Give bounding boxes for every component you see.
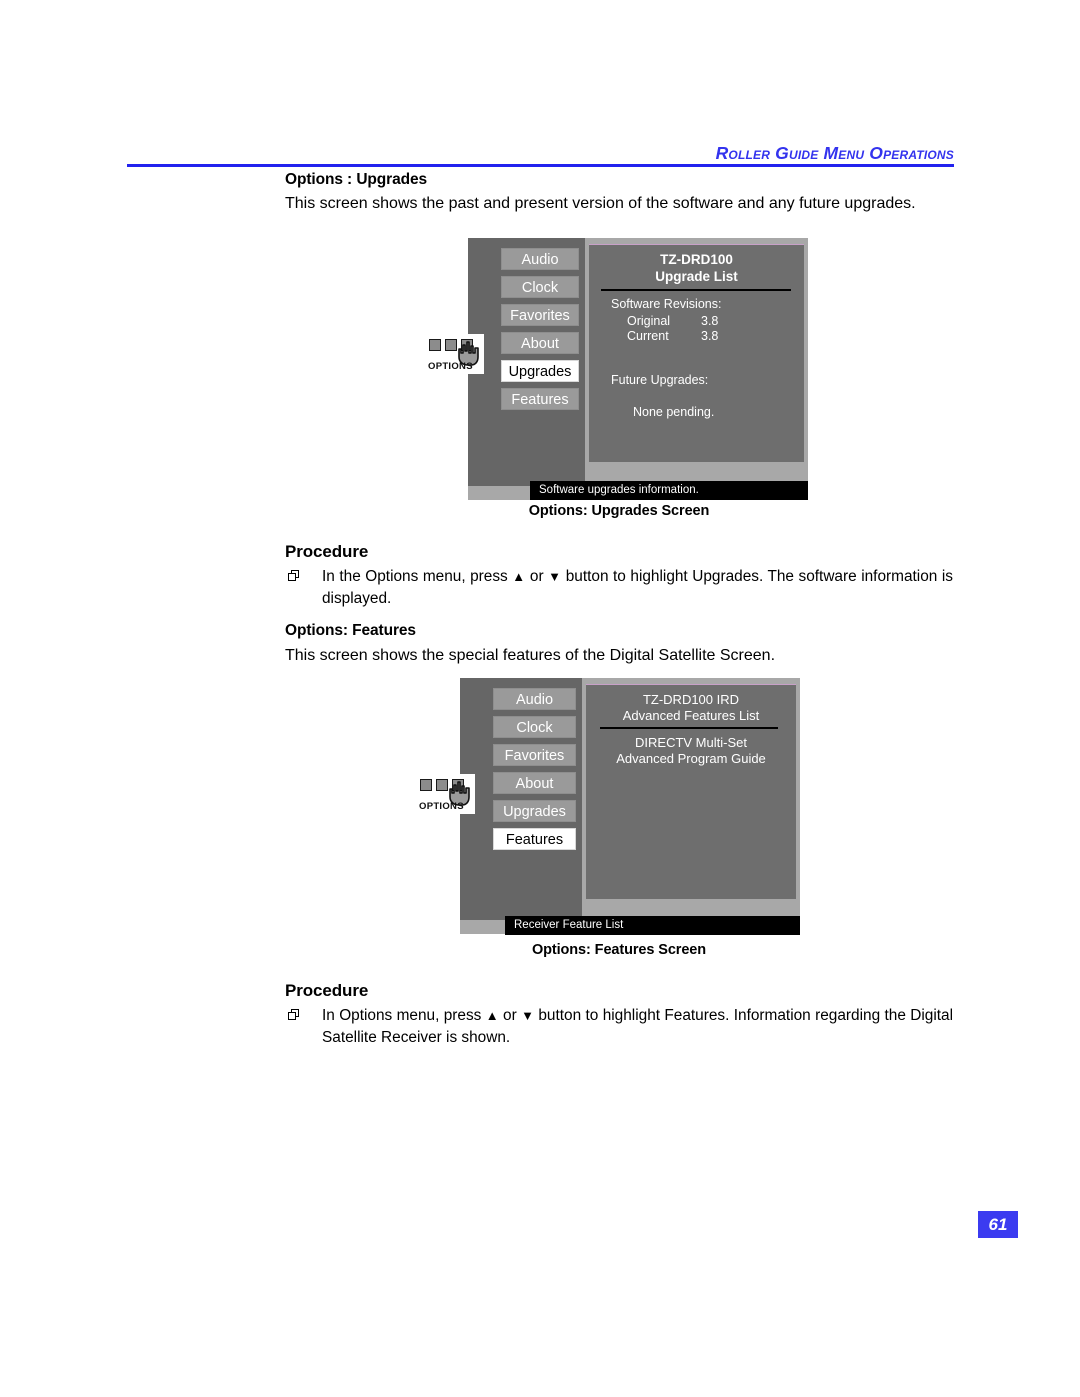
- options-square-1: [429, 339, 441, 351]
- future-upgrades-heading: Future Upgrades:: [611, 373, 709, 387]
- arrow-up-icon-2: ▲: [485, 1008, 499, 1023]
- revision-row-1-value: 3.8: [701, 329, 719, 343]
- menu-item-features[interactable]: Features: [501, 388, 579, 410]
- software-revisions-heading: Software Revisions:: [611, 297, 722, 311]
- procedure-step-features: In Options menu, press ▲ or ▼ button to …: [285, 1005, 953, 1049]
- page-header-title: Roller Guide Menu Operations: [715, 143, 954, 163]
- panel-title-line2: Upgrade List: [655, 269, 738, 284]
- section-heading-features: Options: Features: [285, 622, 416, 639]
- procedure-step-block-2: In Options menu, press ▲ or ▼ button to …: [285, 1005, 953, 1049]
- menu-item-about[interactable]: About: [501, 332, 579, 354]
- procedure-heading-features: Procedure: [285, 981, 369, 1000]
- procedure-heading-block-2: Procedure: [285, 981, 953, 1001]
- panel-divider-features: [600, 727, 778, 729]
- arrow-down-icon: ▼: [548, 569, 562, 584]
- procedure-text-pre-2: In Options menu, press: [322, 1007, 486, 1024]
- section-upgrades-intro-block: This screen shows the past and present v…: [285, 192, 953, 215]
- bullet-square-icon: [288, 570, 299, 581]
- section-features-intro-block: This screen shows the special features o…: [285, 644, 953, 667]
- arrow-down-icon-2: ▼: [521, 1008, 535, 1023]
- revision-row-1-label: Current: [627, 329, 669, 343]
- procedure-heading-upgrades: Procedure: [285, 542, 369, 561]
- menu-item-audio[interactable]: Audio: [501, 248, 579, 270]
- section-heading-upgrades: Options : Upgrades: [285, 171, 428, 188]
- screen-mockup-features: TZ-DRD100 IRD Advanced Features List DIR…: [417, 678, 800, 935]
- panel-title-line2-features: Advanced Features List: [622, 708, 760, 723]
- revision-row-0-label: Original: [627, 314, 671, 328]
- menu-item-favorites-2[interactable]: Favorites: [493, 744, 576, 766]
- menu-item-clock[interactable]: Clock: [501, 276, 579, 298]
- screen-info-panel-features: TZ-DRD100 IRD Advanced Features List DIR…: [586, 684, 796, 899]
- procedure-step-upgrades: In the Options menu, press ▲ or ▼ button…: [285, 566, 953, 610]
- section-features-heading-block: Options: Features: [285, 622, 953, 640]
- options-button-icon: OPTIONS: [426, 334, 484, 374]
- screen-statusbar-features: Receiver Feature List: [505, 916, 800, 935]
- bullet-square-icon-2: [288, 1009, 299, 1020]
- screen-menu-list-upgrades[interactable]: Audio Clock Favorites About Upgrades Fea…: [501, 248, 579, 416]
- menu-item-audio-2[interactable]: Audio: [493, 688, 576, 710]
- options-button-icon-2: OPTIONS: [417, 774, 475, 814]
- procedure-text-mid: or: [525, 568, 549, 585]
- procedure-text-mid-2: or: [498, 1007, 522, 1024]
- panel-title-line1-features: TZ-DRD100 IRD: [642, 692, 740, 707]
- menu-item-features-2[interactable]: Features: [493, 828, 576, 850]
- procedure-heading-block-1: Procedure: [285, 542, 953, 562]
- menu-item-about-2[interactable]: About: [493, 772, 576, 794]
- feature-line-2: Advanced Program Guide: [616, 751, 766, 766]
- figure-caption-features: Options: Features Screen: [531, 942, 707, 958]
- procedure-step-block-1: In the Options menu, press ▲ or ▼ button…: [285, 566, 953, 610]
- section-intro-features: This screen shows the special features o…: [285, 647, 776, 664]
- menu-item-upgrades-2[interactable]: Upgrades: [493, 800, 576, 822]
- section-upgrades-heading-block: Options : Upgrades: [285, 171, 953, 189]
- procedure-text-pre: In the Options menu, press: [322, 568, 513, 585]
- options-icon-label: OPTIONS: [428, 361, 473, 372]
- future-upgrades-value: None pending.: [633, 405, 715, 419]
- menu-item-upgrades[interactable]: Upgrades: [501, 360, 579, 382]
- panel-divider: [601, 289, 791, 291]
- screen-menu-list-features[interactable]: Audio Clock Favorites About Upgrades Fea…: [493, 688, 576, 856]
- options-square-1-b: [420, 779, 432, 791]
- figure-caption-upgrades: Options: Upgrades Screen: [528, 503, 710, 519]
- screen-mockup-upgrades: TZ-DRD100 Upgrade List Software Revision…: [426, 238, 808, 500]
- arrow-up-icon: ▲: [512, 569, 526, 584]
- menu-item-clock-2[interactable]: Clock: [493, 716, 576, 738]
- screen-info-panel-upgrades: TZ-DRD100 Upgrade List Software Revision…: [589, 244, 804, 462]
- panel-title-line1: TZ-DRD100: [660, 252, 733, 267]
- header-rule: [127, 164, 954, 167]
- section-intro-upgrades: This screen shows the past and present v…: [285, 195, 916, 212]
- options-icon-label-2: OPTIONS: [419, 801, 464, 812]
- menu-item-favorites[interactable]: Favorites: [501, 304, 579, 326]
- screen-statusbar-upgrades: Software upgrades information.: [530, 481, 808, 500]
- feature-line-1: DIRECTV Multi-Set: [635, 735, 747, 750]
- revision-row-0-value: 3.8: [701, 314, 719, 328]
- page-number-badge: 61: [978, 1211, 1018, 1238]
